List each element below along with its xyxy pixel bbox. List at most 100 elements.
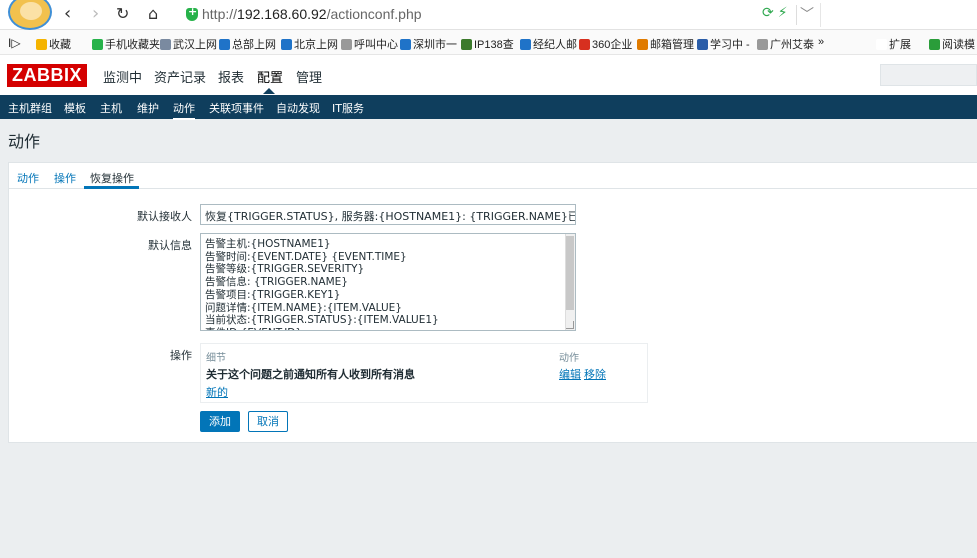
- subnav-discovery[interactable]: 自动发现: [276, 100, 320, 116]
- action-form-panel: 动作 操作 恢复操作 默认接收人 恢复{TRIGGER.STATUS}, 服务器…: [8, 162, 977, 443]
- textarea-scrollbar[interactable]: [565, 234, 575, 330]
- bookmark-label: 邮箱管理: [650, 39, 694, 51]
- bookmark-item[interactable]: 深圳市一: [400, 36, 457, 52]
- browser-logo-icon[interactable]: [8, 0, 52, 30]
- url-scheme: http://: [202, 6, 238, 22]
- bookmark-label: 扩展: [889, 39, 911, 51]
- browser-address-bar: ‹ › ↻ ⌂ http://192.168.60.92/actionconf.…: [0, 0, 977, 30]
- shield-icon: [697, 39, 708, 50]
- bookmark-item[interactable]: 呼叫中心: [341, 36, 398, 52]
- sub-navigation: 主机群组 模板 主机 维护 动作 关联项事件 自动发现 IT服务: [0, 95, 977, 120]
- bookmark-label: 北京上网: [294, 39, 338, 51]
- bookmark-label: 手机收藏夹: [105, 39, 160, 51]
- new-operation-link[interactable]: 新的: [206, 384, 228, 400]
- refresh-green-icon[interactable]: ⟳: [762, 5, 774, 21]
- menu-reports[interactable]: 报表: [218, 67, 244, 86]
- column-header-action: 动作: [559, 353, 579, 364]
- menu-monitoring[interactable]: 监测中: [103, 67, 142, 86]
- chevron-down-icon[interactable]: ﹀: [800, 4, 814, 24]
- operations-table: 细节 动作 关于这个问题之前通知所有人收到所有消息 编辑 移除 新的: [200, 343, 648, 403]
- book-icon: [929, 39, 940, 50]
- bookmark-label: 经纪人邮: [533, 39, 577, 51]
- url-path: /actionconf.php: [326, 6, 422, 22]
- bookmark-item[interactable]: 武汉上网: [160, 36, 217, 52]
- menu-configuration[interactable]: 配置: [257, 67, 283, 86]
- scrollbar-thumb[interactable]: [566, 236, 574, 310]
- message-line: 事件ID:{EVENT.ID}: [205, 327, 565, 330]
- globe-icon: [281, 39, 292, 50]
- active-menu-caret: [263, 88, 275, 94]
- edit-operation-link[interactable]: 编辑: [559, 366, 581, 382]
- default-subject-input[interactable]: 恢复{TRIGGER.STATUS}, 服务器:{HOSTNAME1}: {TR…: [200, 204, 576, 225]
- site-icon: [579, 39, 590, 50]
- back-icon[interactable]: ‹: [64, 4, 71, 24]
- message-line: 告警项目:{TRIGGER.KEY1}: [205, 288, 341, 301]
- lightning-icon[interactable]: ⚡: [778, 5, 788, 21]
- browser-search-box[interactable]: [820, 3, 977, 27]
- reading-mode-button[interactable]: 阅读模: [929, 36, 975, 52]
- star-icon: [36, 39, 47, 50]
- forward-icon[interactable]: ›: [92, 4, 99, 24]
- subnav-templates[interactable]: 模板: [64, 100, 86, 116]
- zabbix-logo[interactable]: ZABBIX: [7, 64, 87, 87]
- url-field[interactable]: http://192.168.60.92/actionconf.php: [202, 6, 422, 22]
- page-icon: [160, 39, 171, 50]
- home-icon[interactable]: ⌂: [148, 4, 158, 24]
- bookmark-label: 总部上网: [232, 39, 276, 51]
- bookmark-label: 广州艾泰: [770, 39, 814, 51]
- subnav-actions[interactable]: 动作: [173, 100, 195, 120]
- tab-recovery-operations[interactable]: 恢复操作: [90, 170, 134, 186]
- bookmark-label: 武汉上网: [173, 39, 217, 51]
- form-tabs: 动作 操作 恢复操作: [9, 163, 977, 189]
- menu-inventory[interactable]: 资产记录: [154, 67, 206, 86]
- cancel-button[interactable]: 取消: [248, 411, 288, 432]
- add-button[interactable]: 添加: [200, 411, 240, 432]
- secure-shield-icon: [186, 5, 198, 21]
- subnav-host-groups[interactable]: 主机群组: [8, 100, 52, 116]
- reload-icon[interactable]: ↻: [116, 4, 129, 24]
- active-tab-indicator: [84, 186, 139, 189]
- default-message-textarea[interactable]: 告警主机:{HOSTNAME1} 告警时间:{EVENT.DATE} {EVENT…: [200, 233, 576, 331]
- bookmark-item[interactable]: 邮箱管理: [637, 36, 694, 52]
- site-icon: [461, 39, 472, 50]
- message-line: 告警时间:{EVENT.DATE} {EVENT.TIME}: [205, 250, 407, 263]
- message-line: 当前状态:{TRIGGER.STATUS}:{ITEM.VALUE1}: [205, 314, 439, 327]
- page-icon: [757, 39, 768, 50]
- bookmark-label: 学习中 -: [710, 39, 750, 51]
- bookmarks-overflow[interactable]: »: [818, 36, 824, 48]
- subnav-it-services[interactable]: IT服务: [332, 100, 364, 116]
- menu-administration[interactable]: 管理: [296, 67, 322, 86]
- site-icon: [400, 39, 411, 50]
- bookmark-item[interactable]: 总部上网: [219, 36, 276, 52]
- bookmark-icon: [92, 39, 103, 50]
- subnav-hosts[interactable]: 主机: [100, 100, 122, 116]
- bookmark-item[interactable]: 360企业: [579, 36, 632, 52]
- message-line: 告警信息: {TRIGGER.NAME}: [205, 276, 348, 289]
- message-line: 告警主机:{HOSTNAME1}: [205, 238, 331, 250]
- column-header-details: 细节: [206, 353, 226, 364]
- bookmark-item[interactable]: 经纪人邮: [520, 36, 577, 52]
- global-search-input[interactable]: [880, 64, 977, 86]
- bookmark-label: 呼叫中心: [354, 39, 398, 51]
- subnav-maintenance[interactable]: 维护: [137, 100, 159, 116]
- subnav-event-correlation[interactable]: 关联项事件: [209, 100, 264, 116]
- bookmark-item[interactable]: 广州艾泰: [757, 36, 814, 52]
- globe-icon: [219, 39, 230, 50]
- tab-action[interactable]: 动作: [17, 170, 39, 186]
- bookmark-item[interactable]: IP138查: [461, 36, 514, 52]
- recipient-label: 默认接收人: [137, 210, 192, 223]
- sidebar-toggle-icon[interactable]: I▷: [8, 36, 21, 50]
- bookmark-item[interactable]: 收藏: [36, 36, 71, 52]
- zabbix-header: ZABBIX 监测中 资产记录 报表 配置 管理: [0, 55, 977, 95]
- message-line: 问题详情:{ITEM.NAME}:{ITEM.VALUE}: [205, 301, 402, 314]
- tab-operations[interactable]: 操作: [54, 170, 76, 186]
- extensions-button[interactable]: 扩展: [876, 36, 911, 52]
- bookmark-label: 360企业: [592, 39, 633, 51]
- page-icon: [341, 39, 352, 50]
- bookmark-item[interactable]: 手机收藏夹: [92, 36, 160, 52]
- bookmark-item[interactable]: 学习中 -: [697, 36, 750, 52]
- message-line: 告警等级:{TRIGGER.SEVERITY}: [205, 263, 365, 276]
- bookmark-item[interactable]: 北京上网: [281, 36, 338, 52]
- resize-handle-icon[interactable]: [566, 321, 574, 329]
- remove-operation-link[interactable]: 移除: [584, 366, 606, 382]
